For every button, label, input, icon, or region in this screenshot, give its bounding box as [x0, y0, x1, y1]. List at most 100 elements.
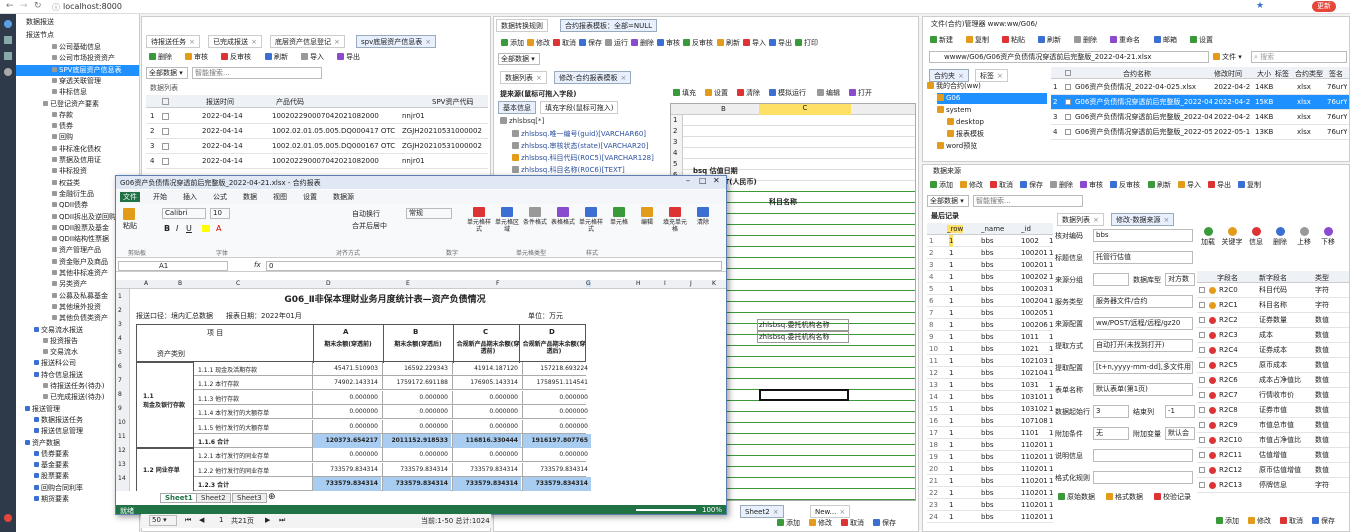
row-value[interactable]: 733579.834314: [312, 462, 381, 477]
form-field[interactable]: 托管行估值: [1093, 251, 1193, 264]
template-toolbar-button-1[interactable]: 修改: [524, 37, 553, 49]
field-side-button-2[interactable]: 信息: [1245, 227, 1267, 247]
font-color-icon[interactable]: A: [216, 224, 221, 233]
field-row-checkbox[interactable]: [1199, 317, 1205, 323]
file-row[interactable]: 4 G06资产负债情况穿透前后完整版_2022-05-13.xlsx2022-05…: [1051, 125, 1349, 140]
template-bottom-button-2[interactable]: 取消: [838, 517, 867, 529]
fill-color-icon[interactable]: [202, 225, 210, 232]
grid-cell-text[interactable]: 科目名称: [769, 197, 797, 207]
row-value[interactable]: 1759172.691188: [382, 376, 451, 391]
grid-row[interactable]: 3: [671, 137, 915, 148]
template-toolbar-button-9[interactable]: 导入: [740, 37, 769, 49]
sheet-data-row[interactable]: 1.1.6 合计 120373.654217 2011152.918533 11681…: [194, 434, 591, 448]
sheet-col-6[interactable]: G: [586, 280, 591, 287]
grid-col-b[interactable]: B: [721, 105, 726, 113]
ds-toolbar-button-2[interactable]: 取消: [987, 179, 1016, 191]
template-toolbar-button-0[interactable]: 添加: [498, 37, 527, 49]
spv-table-row[interactable]: 1 2022-04-14 100202290007042021082000 nnjr0…: [146, 109, 488, 124]
spv-tab-close-icon-1[interactable]: ×: [251, 38, 257, 46]
fm-toolbar-button-1[interactable]: 复制: [963, 34, 992, 46]
field-row[interactable]: R2C9 市值总市值 数值: [1197, 418, 1349, 433]
excel-minimize-icon[interactable]: –: [686, 176, 690, 185]
spv-row-checkbox[interactable]: [162, 128, 169, 135]
spv-toolbar-button-0[interactable]: 删除: [146, 51, 175, 63]
excel-sheet-tab-0[interactable]: Sheet1: [160, 493, 198, 503]
field-row-checkbox[interactable]: [1199, 362, 1205, 368]
excel-menu-3[interactable]: 公式: [210, 192, 230, 202]
grid-toolbar-button-4[interactable]: 编辑: [814, 87, 843, 99]
recent-col-id[interactable]: _id: [1021, 225, 1031, 233]
form-field[interactable]: 3: [1093, 405, 1129, 418]
recent-row[interactable]: 191bbs1102011: [927, 451, 1053, 463]
fm-tree-tab-close-icon-0[interactable]: ×: [958, 72, 964, 80]
excel-title-bar[interactable]: G06资产负债情况穿透前后完整版_2022-04-21.xlsx - 合约报表 …: [116, 176, 726, 189]
field-row[interactable]: R2C1 科目名称 字符: [1197, 298, 1349, 313]
nav-item[interactable]: 公司市场投资资产: [16, 53, 139, 64]
template-filter-select[interactable]: 全部数据 ▾: [498, 53, 540, 65]
source-field[interactable]: zhlsbsq.科目名称(R0C6)[TEXT]: [512, 165, 672, 175]
source-field[interactable]: zhlsbsq[*]: [500, 117, 660, 125]
recent-row[interactable]: 211bbs1102011: [927, 475, 1053, 487]
sheet-row-number[interactable]: 14: [118, 475, 126, 482]
row-value[interactable]: 16592.229343: [382, 362, 451, 376]
spv-table-row[interactable]: 4 2022-04-14 100202290007042021082000 nnjr0…: [146, 154, 488, 169]
field-col-newname[interactable]: 新字段名: [1259, 273, 1287, 283]
field-row[interactable]: R2C0 科目代码 字符: [1197, 283, 1349, 298]
paste-button[interactable]: 粘贴: [122, 208, 138, 230]
row-value[interactable]: 0.000000: [312, 405, 381, 420]
field-row-checkbox[interactable]: [1199, 437, 1205, 443]
recent-col-row[interactable]: _row: [947, 225, 964, 233]
star-icon[interactable]: ★: [1256, 1, 1264, 11]
row-value[interactable]: 0.000000: [382, 448, 451, 463]
nav-item[interactable]: 穿透关联管理: [16, 76, 139, 87]
row-value[interactable]: 176905.143314: [452, 376, 521, 391]
ds-foot-button-0[interactable]: 添加: [1213, 515, 1242, 527]
sheet-col-3[interactable]: D: [326, 280, 331, 287]
row-value[interactable]: 0.000000: [522, 448, 591, 463]
row-value[interactable]: 733579.834314: [312, 477, 381, 491]
app-home-icon[interactable]: [4, 20, 12, 28]
form-field[interactable]: [1093, 273, 1129, 286]
recent-row[interactable]: 141bbs1031011: [927, 391, 1053, 403]
sheet-col-7[interactable]: H: [636, 280, 641, 287]
file-col-mtime[interactable]: 修改时间: [1214, 69, 1242, 79]
ds-toolbar-button-5[interactable]: 审核: [1077, 179, 1106, 191]
sheet-row-number[interactable]: 11: [118, 433, 126, 440]
app-report-icon[interactable]: [4, 36, 12, 44]
template-bottom-button-1[interactable]: 修改: [806, 517, 835, 529]
field-row-checkbox[interactable]: [1199, 407, 1205, 413]
recent-row[interactable]: 10 1 bbs 1021 1: [927, 343, 1053, 355]
nav-item[interactable]: 公司基础信息: [16, 42, 139, 53]
grid-row[interactable]: 2: [671, 126, 915, 137]
excel-menu-0[interactable]: 文件: [120, 192, 140, 202]
spv-row-checkbox[interactable]: [162, 143, 169, 150]
template-sub-tab-1[interactable]: 修改-合约报表模板 ×: [554, 71, 632, 84]
field-row[interactable]: R2C7 行情收市价 数值: [1197, 388, 1349, 403]
template-sub-tab-close-icon-0[interactable]: ×: [536, 74, 542, 82]
spv-header-checkbox[interactable]: [162, 98, 169, 105]
spv-toolbar-button-1[interactable]: 审核: [182, 51, 211, 63]
recent-row[interactable]: 161bbs1071081: [927, 415, 1053, 427]
spv-col-spv[interactable]: SPV资产代码: [432, 97, 473, 107]
form-field[interactable]: 无: [1093, 427, 1129, 440]
ribbon-button-2[interactable]: 条件格式: [522, 207, 548, 226]
ds-sub-tab-1[interactable]: 修改-数据来源 ×: [1111, 213, 1175, 226]
row-value[interactable]: 733579.834314: [522, 477, 591, 491]
field-col-name[interactable]: 字段名: [1217, 273, 1238, 283]
recent-row[interactable]: 241bbs1102011: [927, 511, 1053, 523]
field-row-checkbox[interactable]: [1199, 482, 1205, 488]
field-row[interactable]: R2C12 原币估值增值 数值: [1197, 463, 1349, 478]
zoom-slider[interactable]: [636, 509, 696, 511]
excel-close-icon[interactable]: ✕: [713, 176, 720, 185]
file-row[interactable]: 1 G06资产负债情况_2022-04-025.xlsx 2022-04-2 14KB…: [1051, 80, 1349, 95]
field-side-button-0[interactable]: 加载: [1197, 227, 1219, 247]
field-row-checkbox[interactable]: [1199, 347, 1205, 353]
row-value[interactable]: 0.000000: [452, 448, 521, 463]
spv-tab-close-icon-3[interactable]: ×: [425, 38, 431, 46]
form-field-2[interactable]: 默认会: [1165, 427, 1195, 440]
ds-filter-select[interactable]: 全部数据 ▾: [927, 195, 969, 207]
recent-row[interactable]: 121bbs1021041: [927, 367, 1053, 379]
recent-row[interactable]: 21bbs1002011: [927, 247, 1053, 259]
sheet-row-number[interactable]: 9: [118, 405, 122, 412]
row-value[interactable]: 0.000000: [382, 419, 451, 434]
